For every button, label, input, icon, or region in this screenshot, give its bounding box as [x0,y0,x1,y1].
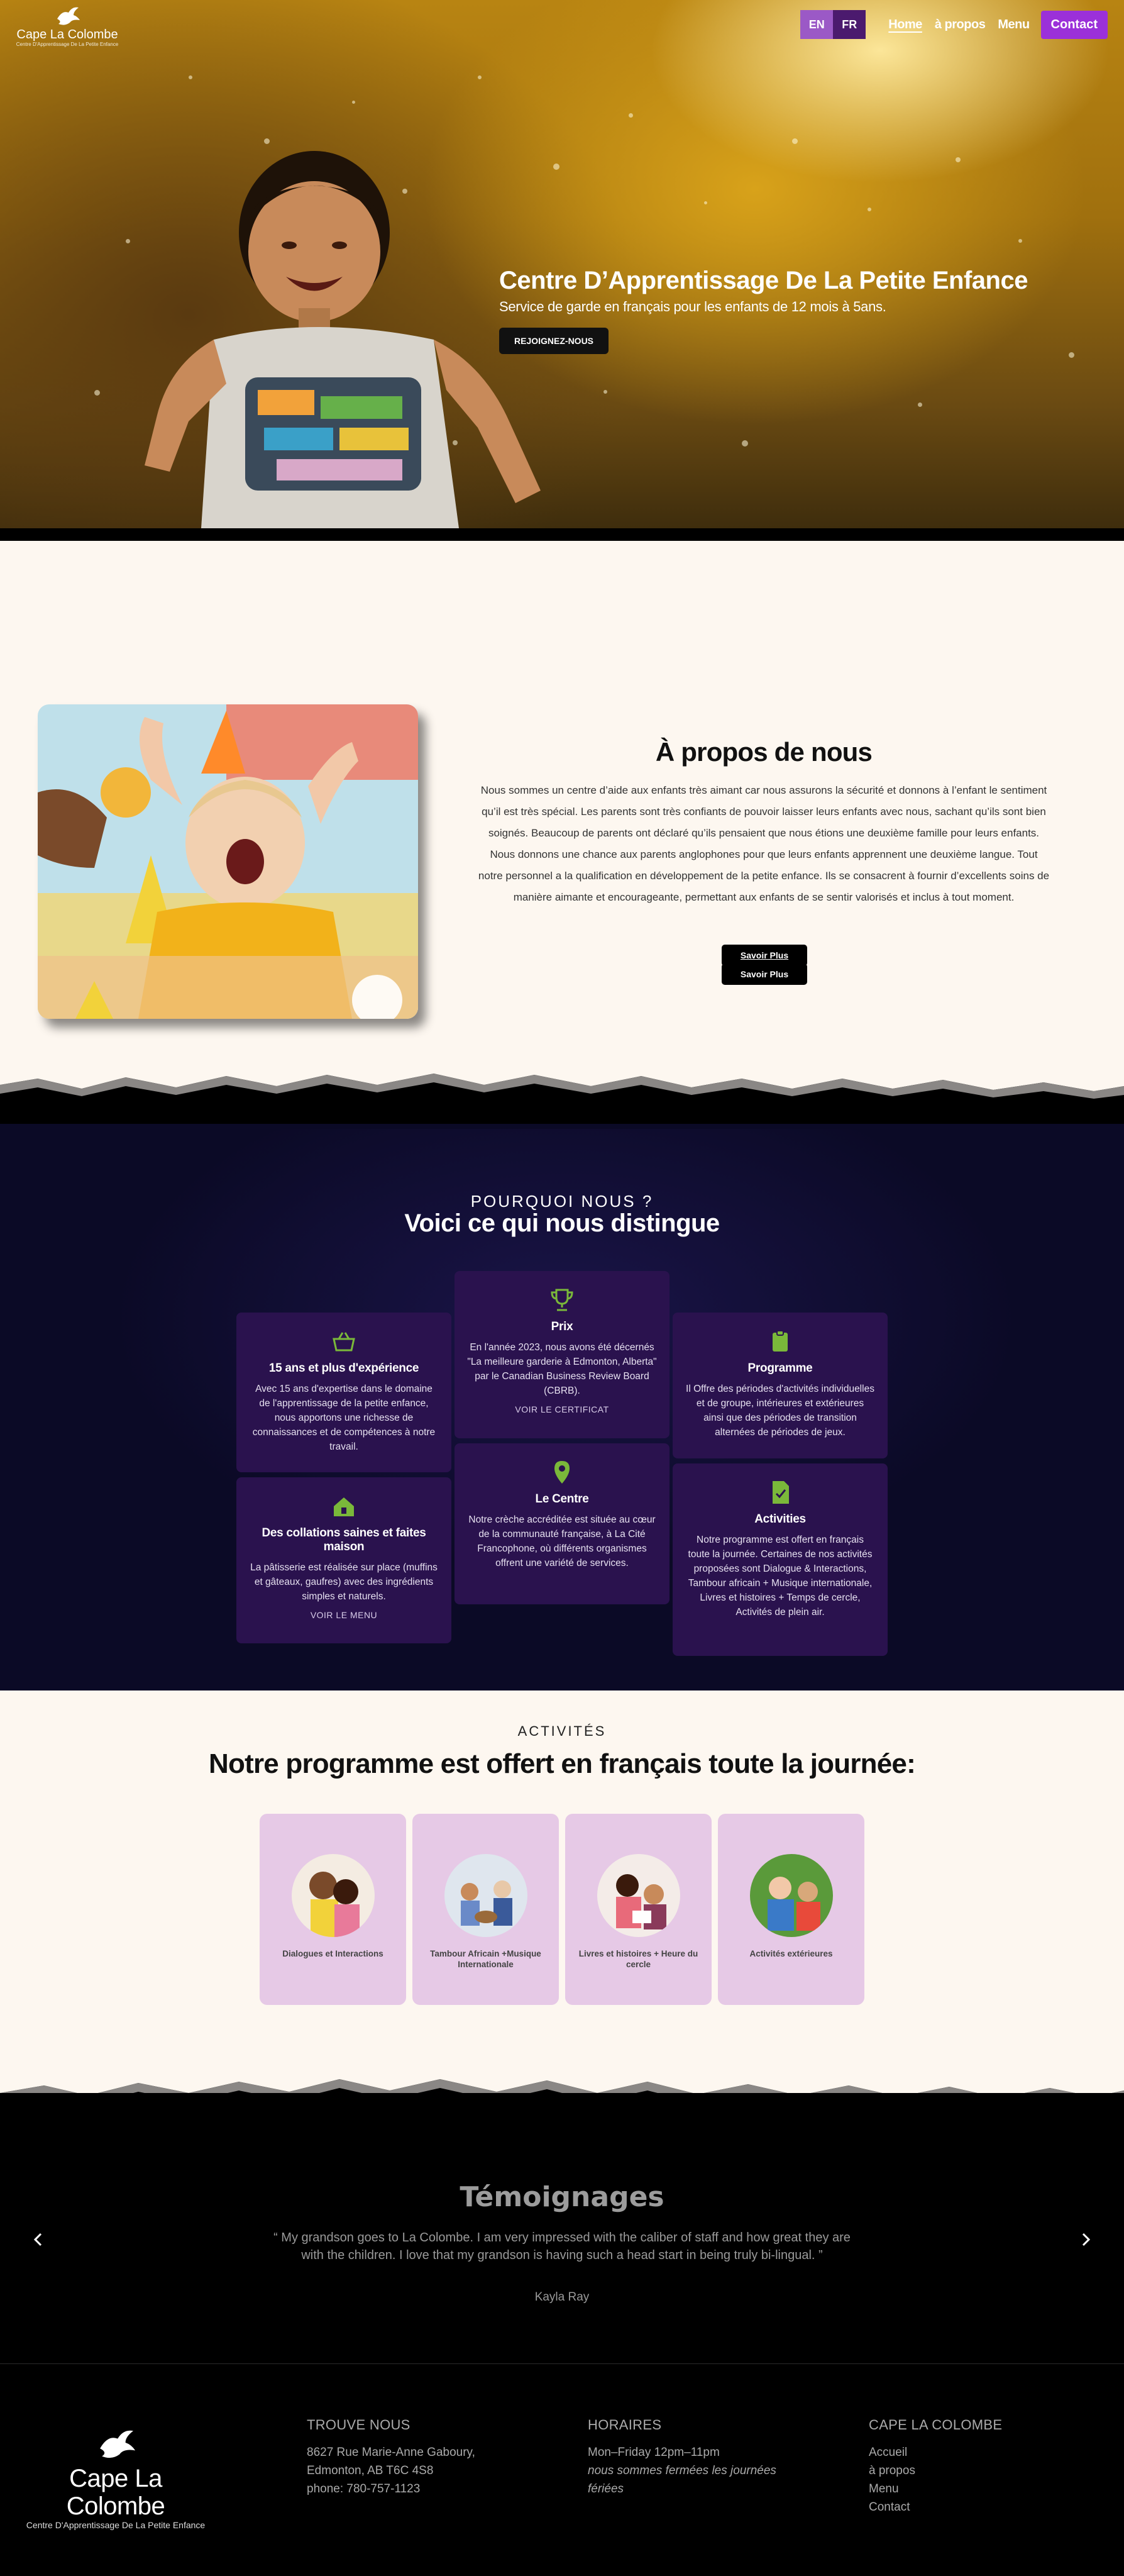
hero-text: Centre D’Apprentissage De La Petite Enfa… [499,267,1028,354]
clipboard-icon [773,1330,788,1352]
logo-subtitle: Centre D'Apprentissage De La Petite Enfa… [16,42,119,47]
testimonial-author: Kayla Ray [534,2290,590,2304]
chevron-left-icon[interactable] [29,2230,48,2249]
nav-menu-link[interactable]: Menu [998,18,1030,32]
footer-logo[interactable]: Cape La Colombe Centre D'Apprentissage D… [21,2427,210,2530]
footer-address-line: 8627 Rue Marie-Anne Gaboury, [307,2446,475,2459]
feature-card-program: Programme Il Offre des périodes d'activi… [673,1313,888,1458]
location-pin-icon [554,1461,570,1484]
document-check-icon [773,1481,789,1504]
main-nav: EN FR Home à propos Menu Contact [800,10,1108,39]
footer-address-line: Edmonton, AB T6C 4S8 [307,2464,434,2477]
site-footer: Cape La Colombe Centre D'Apprentissage D… [0,2363,1124,2576]
feature-title: Le Centre [535,1492,589,1506]
footer-hours-line: Mon–Friday 12pm–11pm [588,2446,720,2459]
activities-section: ACTIVITÉS Notre programme est offert en … [0,1690,1124,2093]
activity-image [291,1854,375,1937]
activity-image [597,1854,680,1937]
feature-title: 15 ans et plus d'expérience [268,1362,419,1375]
logo-name: Cape La Colombe [16,28,118,42]
feature-card-centre: Le Centre Notre crèche accréditée est si… [455,1443,669,1604]
contact-button[interactable]: Contact [1040,10,1108,39]
feature-text: En l'année 2023, nous avons été décernés… [467,1342,657,1396]
home-icon [334,1497,354,1516]
view-certificate-link[interactable]: VOIR LE CERTIFICAT [467,1404,657,1414]
footer-link-contact[interactable]: Contact [869,2498,1002,2516]
footer-links: CAPE LA COLOMBE Accueil à propos Menu Co… [869,2417,1002,2516]
hero-title: Centre D’Apprentissage De La Petite Enfa… [499,267,1028,294]
footer-link-home[interactable]: Accueil [869,2443,1002,2462]
feature-card-activities: Activities Notre programme est offert en… [673,1463,888,1656]
why-title: Voici ce qui nous distingue [404,1209,720,1237]
page: Cape La Colombe Centre D'Apprentissage D… [0,0,1124,2576]
why-us-section: POURQUOI NOUS ? Voici ce qui nous distin… [0,1129,1124,1690]
feature-text: La pâtisserie est réalisée sur place (mu… [250,1562,438,1602]
learn-more-button[interactable]: Savoir Plus [722,945,807,966]
activity-card-drums[interactable]: Tambour Africain +Musique Internationale [412,1814,559,2005]
activity-card-books[interactable]: Livres et histoires + Heure du cercle [565,1814,712,2005]
activities-title: Notre programme est offert en français t… [209,1748,916,1779]
footer-phone[interactable]: phone: 780-757-1123 [307,2480,475,2498]
why-kicker: POURQUOI NOUS ? [470,1192,654,1211]
footer-hours: HORAIRES Mon–Friday 12pm–11pm nous somme… [588,2417,776,2498]
activities-kicker: ACTIVITÉS [517,1723,607,1739]
activity-label: Activités extérieures [749,1949,833,1958]
hero-section: Cape La Colombe Centre D'Apprentissage D… [0,0,1124,541]
dove-icon [100,2430,136,2458]
feature-card-experience: 15 ans et plus d'expérience Avec 15 ans … [236,1313,451,1472]
footer-logo-name: Cape La Colombe [66,2465,165,2520]
about-buttons: Savoir Plus Savoir Plus [722,945,807,985]
hero-subtitle: Service de garde en français pour les en… [499,299,886,314]
footer-holiday-note: nous sommes fermées les journées [588,2464,776,2477]
site-logo[interactable]: Cape La Colombe Centre D'Apprentissage D… [14,5,121,47]
dove-icon [57,7,80,25]
feature-title: Activities [754,1513,806,1526]
feature-title: Programme [747,1362,813,1375]
about-section: À propos de nous Nous sommes un centre d… [0,541,1124,1129]
activity-image [749,1854,833,1937]
feature-text: Notre crèche accréditée est située au cœ… [468,1514,656,1568]
testimonials-title: Témoignages [460,2181,664,2213]
view-menu-link[interactable]: VOIR LE MENU [249,1610,439,1620]
about-image [38,704,418,1019]
about-title: À propos de nous [655,737,873,767]
lang-fr-button[interactable]: FR [833,10,866,39]
activity-label: Dialogues et Interactions [282,1949,383,1958]
testimonial-quote: “ My grandson goes to La Colombe. I am v… [273,2231,851,2262]
basket-icon [333,1332,355,1352]
feature-card-snacks: Des collations saines et faites maison L… [236,1477,451,1643]
feature-text: Il Offre des périodes d'activités indivi… [686,1384,874,1438]
nav-about-link[interactable]: à propos [935,18,986,32]
footer-link-menu[interactable]: Menu [869,2480,1002,2498]
footer-logo-subtitle: Centre D'Apprentissage De La Petite Enfa… [26,2520,206,2530]
footer-links-title: CAPE LA COLOMBE [869,2417,1003,2433]
footer-address-title: TROUVE NOUS [307,2417,410,2433]
nav-links: Home à propos Menu [888,18,1030,32]
footer-link-about[interactable]: à propos [869,2462,1002,2480]
lang-en-button[interactable]: EN [800,10,834,39]
chevron-right-icon[interactable] [1076,2230,1095,2249]
site-header: Cape La Colombe Centre D'Apprentissage D… [0,0,1124,50]
footer-holiday-note: fériées [588,2482,624,2496]
activity-card-outdoor[interactable]: Activités extérieures [718,1814,864,2005]
footer-hours-title: HORAIRES [588,2417,662,2433]
footer-address: TROUVE NOUS 8627 Rue Marie-Anne Gaboury,… [307,2417,475,2498]
feature-text: Notre programme est offert en français t… [688,1535,873,1618]
feature-card-award: Prix En l'année 2023, nous avons été déc… [455,1271,669,1438]
activity-image [444,1854,527,1937]
join-us-button[interactable]: REJOIGNEZ-NOUS [499,328,609,354]
testimonials-section: Témoignages “ My grandson goes to La Col… [0,2093,1124,2363]
activity-card-dialogues[interactable]: Dialogues et Interactions [260,1814,406,2005]
learn-more-button-2[interactable]: Savoir Plus [722,963,807,985]
feature-text: Avec 15 ans d'expertise dans le domaine … [252,1384,436,1452]
nav-home-link[interactable]: Home [888,18,922,32]
about-text: Nous sommes un centre d’aide aux enfants… [478,784,1050,903]
feature-title: Prix [551,1320,573,1333]
feature-title: Des collations saines et faites maison [262,1526,426,1553]
language-switcher: EN FR [800,10,866,39]
torn-paper-divider [0,1074,1124,1130]
trophy-icon [551,1289,573,1311]
activity-label: Livres et histoires + Heure du cercle [578,1949,698,1969]
activity-label: Tambour Africain +Musique Internationale [430,1949,541,1969]
